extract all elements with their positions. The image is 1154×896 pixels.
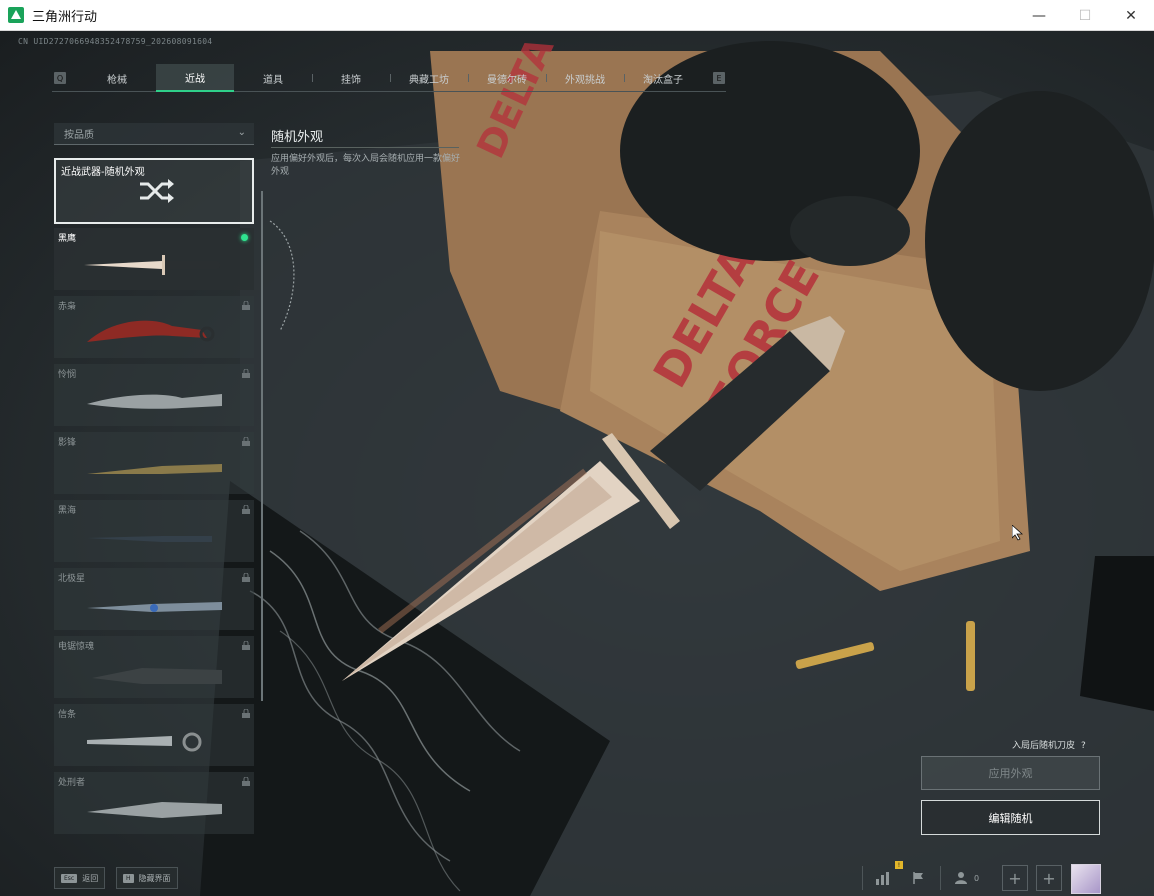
list-item-chainsaw[interactable]: 电锯惊魂 [54, 636, 254, 698]
window-controls: — ☐ ✕ [1016, 0, 1154, 31]
title-divider [271, 147, 459, 148]
list-item-shadow-blade[interactable]: 影锋 [54, 432, 254, 494]
random-appearance-title: 随机外观 [271, 130, 324, 145]
item-label: 怜悯 [58, 370, 77, 380]
list-item-black-sea[interactable]: 黑海 [54, 500, 254, 562]
knife-thumbnail [87, 394, 222, 409]
knife-thumbnail [87, 536, 212, 542]
hide-ui-label: 隐藏界面 [138, 873, 171, 883]
item-label: 影锋 [58, 438, 77, 448]
random-skin-label: 入局后随机刀皮 [1012, 741, 1076, 751]
window-title: 三角洲行动 [32, 9, 98, 25]
tab-appearance-challenge[interactable]: 外观挑战 [546, 64, 624, 92]
filter-label: 按品质 [64, 130, 94, 141]
minimize-button[interactable]: — [1016, 0, 1062, 31]
chevron-down-icon: ⌄ [237, 127, 246, 138]
bottom-bar: Esc 返回 H 隐藏界面 ! 0 + + [0, 860, 1154, 896]
list-item-executioner[interactable]: 处刑者 [54, 772, 254, 834]
tab-next-e-icon[interactable]: E [713, 72, 725, 84]
apply-appearance-button[interactable]: 应用外观 [921, 756, 1100, 790]
equipped-indicator [241, 234, 248, 241]
lock-icon [242, 301, 250, 310]
knife-thumbnail [84, 255, 220, 275]
item-label: 黑海 [58, 506, 77, 516]
knife-thumbnail [87, 602, 222, 612]
item-label: 信条 [58, 710, 77, 720]
lock-icon [242, 369, 250, 378]
tab-charms[interactable]: 挂饰 [312, 64, 390, 92]
random-appearance-description: 应用偏好外观后，每次入局会随机应用一款偏好外观 [271, 154, 461, 177]
tab-elimination-box[interactable]: 淘汰盒子 [624, 64, 702, 92]
tab-collection-workshop[interactable]: 典藏工坊 [390, 64, 468, 92]
help-icon[interactable]: ? [1081, 741, 1086, 751]
random-card-label: 近战武器-随机外观 [61, 167, 145, 178]
back-label: 返回 [82, 873, 99, 883]
game-viewport: DELTA FORCE DELTA CN UID2727066948352478… [0, 31, 1154, 896]
friends-icon[interactable] [950, 866, 976, 890]
lock-icon [242, 777, 250, 786]
maximize-button[interactable]: ☐ [1062, 0, 1108, 31]
item-label: 处刑者 [58, 778, 86, 788]
esc-key-hint: Esc [61, 873, 78, 883]
knife-thumbnail [87, 732, 202, 752]
close-button[interactable]: ✕ [1108, 0, 1154, 31]
tab-prev-q-icon[interactable]: Q [54, 72, 66, 84]
app-icon [8, 7, 24, 23]
random-skin-toggle[interactable]: 入局后随机刀皮? [1012, 738, 1086, 751]
flag-icon[interactable] [906, 866, 932, 890]
list-scrollbar[interactable] [261, 191, 263, 701]
list-item-red-owl[interactable]: 赤枭 [54, 296, 254, 358]
lock-icon [242, 437, 250, 446]
lock-icon [242, 505, 250, 514]
knife-thumbnail [87, 802, 222, 818]
tab-items[interactable]: 道具 [234, 64, 312, 92]
h-key-hint: H [123, 873, 134, 883]
random-appearance-card[interactable]: 近战武器-随机外观 [54, 158, 254, 224]
knife-thumbnail [87, 464, 222, 474]
quality-filter-dropdown[interactable]: 按品质 ⌄ [54, 123, 254, 145]
title-bar: 三角洲行动 — ☐ ✕ [0, 0, 1154, 31]
lock-icon [242, 709, 250, 718]
add-teammate-button[interactable]: + [1036, 865, 1062, 891]
knife-thumbnail [87, 320, 215, 342]
avatar[interactable] [1071, 864, 1101, 894]
tab-firearms[interactable]: 枪械 [78, 64, 156, 92]
friends-count: 0 [974, 874, 980, 883]
lock-icon [242, 573, 250, 582]
back-button[interactable]: Esc 返回 [54, 867, 106, 889]
item-label: 赤枭 [58, 302, 77, 312]
knife-thumbnail [92, 668, 222, 684]
list-item-mercy[interactable]: 怜悯 [54, 364, 254, 426]
edit-random-button[interactable]: 编辑随机 [921, 800, 1100, 835]
tab-melee[interactable]: 近战 [156, 64, 234, 92]
hide-ui-button[interactable]: H 隐藏界面 [116, 867, 178, 889]
list-item-black-hawk[interactable]: 黑鹰 [54, 228, 254, 290]
item-label: 黑鹰 [58, 234, 77, 244]
divider [940, 866, 941, 890]
category-tabs: 枪械 近战 道具 挂饰 典藏工坊 曼德尔砖 外观挑战 淘汰盒子 [78, 64, 702, 92]
item-label: 北极星 [58, 574, 86, 584]
tab-mandel-brick[interactable]: 曼德尔砖 [468, 64, 546, 92]
shuffle-icon [140, 179, 174, 203]
stats-icon[interactable] [870, 866, 896, 890]
item-label: 电锯惊魂 [58, 642, 95, 652]
list-item-creed[interactable]: 信条 [54, 704, 254, 766]
add-teammate-button[interactable]: + [1002, 865, 1028, 891]
notification-badge: ! [895, 861, 903, 869]
divider [862, 866, 863, 890]
category-tabbar: Q 枪械 近战 道具 挂饰 典藏工坊 曼德尔砖 外观挑战 淘汰盒子 E [52, 64, 726, 92]
game-window: 三角洲行动 — ☐ ✕ DELTA FORCE DELTA CN UID2727… [0, 0, 1154, 896]
player-uid: CN UID2727066948352478759_202608091604 [18, 37, 213, 46]
list-item-polaris[interactable]: 北极星 [54, 568, 254, 630]
lock-icon [242, 641, 250, 650]
mouse-cursor-icon [1012, 525, 1024, 541]
